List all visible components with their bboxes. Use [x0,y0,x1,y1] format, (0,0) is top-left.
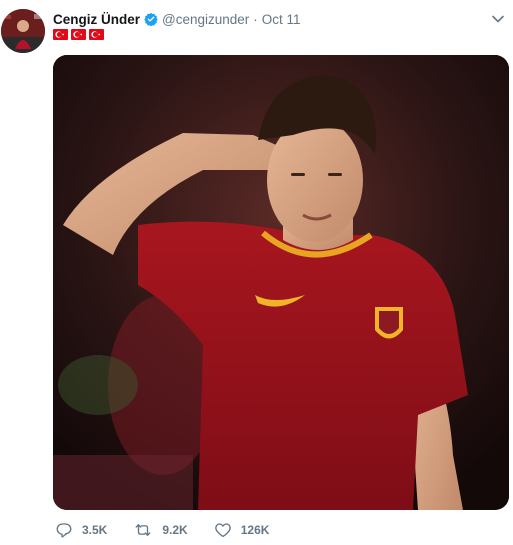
turkey-flag-icon [89,29,104,40]
chevron-down-icon[interactable] [491,12,505,26]
reply-count: 3.5K [82,523,108,537]
tweet-timestamp[interactable]: Oct 11 [262,12,301,27]
reply-button[interactable]: 3.5K [55,521,107,539]
tweet-action-bar: 3.5K 9.2K 126K [55,520,295,540]
tweet-header: Cengiz Ünder @cengizunder · Oct 11 [53,10,301,28]
turkey-flag-icon [53,29,68,40]
bio-flags [53,29,104,40]
retweet-icon [135,524,151,536]
profile-avatar[interactable] [1,9,45,53]
separator-dot: · [253,11,258,27]
like-button[interactable]: 126K [214,521,270,539]
retweet-count: 9.2K [162,523,188,537]
verified-badge-icon [144,12,158,27]
user-handle[interactable]: @cengizunder [162,12,249,27]
like-count: 126K [240,523,270,537]
retweet-button[interactable]: 9.2K [133,521,188,539]
reply-icon [56,523,72,538]
display-name[interactable]: Cengiz Ünder [53,12,140,27]
turkey-flag-icon [71,29,86,40]
heart-icon [214,523,231,538]
tweet-card[interactable]: Cengiz Ünder @cengizunder · Oct 11 3.5K … [0,0,513,545]
tweet-media-photo[interactable] [53,55,509,510]
